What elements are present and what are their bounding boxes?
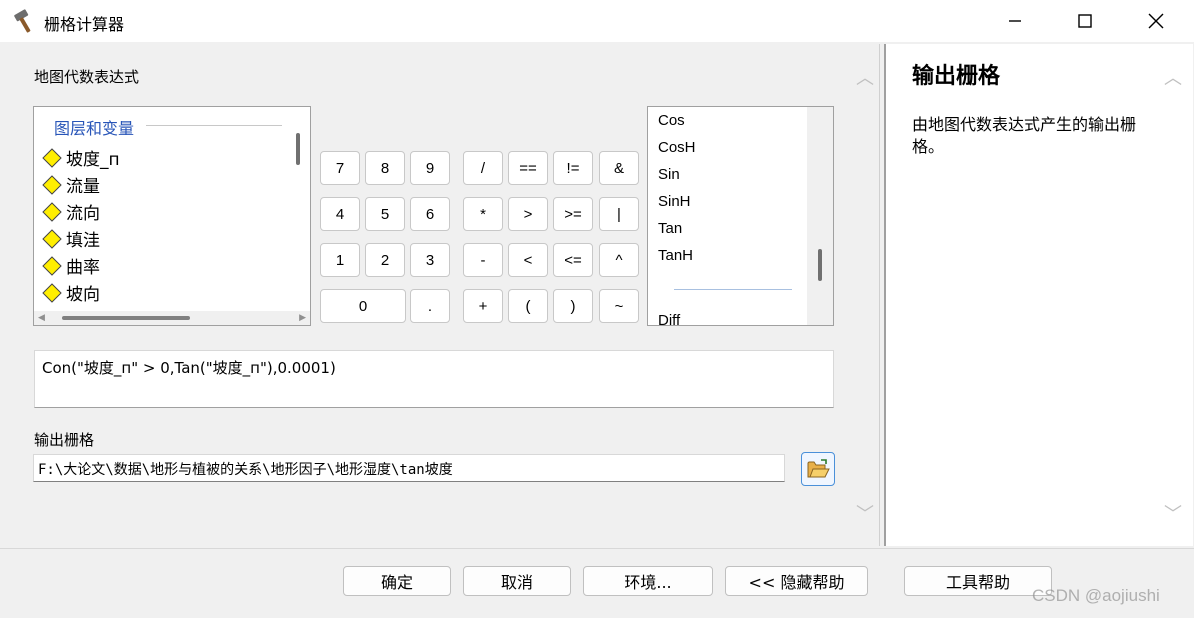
key-4[interactable]: 4 [320,197,360,231]
help-scroll-up-icon[interactable]: ︿ [1164,64,1182,90]
layer-label: 曲率 [66,258,100,278]
raster-layer-diamond-icon [42,147,62,168]
key-6[interactable]: 6 [410,197,450,231]
layer-item[interactable]: 流向 [42,198,100,225]
raster-layer-diamond-icon [42,174,62,195]
layer-item[interactable]: 坡向 [42,279,100,306]
key-minus[interactable]: - [463,243,503,277]
raster-layer-diamond-icon [42,255,62,276]
cancel-button[interactable]: 取消 [463,566,571,596]
help-panel: 输出栅格 由地图代数表达式产生的输出栅格。 ︿ ﹀ [884,44,1193,546]
close-icon [1148,13,1164,29]
key-less[interactable]: < [508,243,548,277]
functions-vertical-scrollbar[interactable] [807,107,833,325]
layer-item[interactable]: 坡度_п [42,144,120,171]
watermark: CSDN @aojiushi [1032,586,1160,605]
key-not[interactable]: ~ [599,289,639,323]
layers-horizontal-scrollbar[interactable]: ◀ ▶ [34,311,310,325]
title-bar: 栅格计算器 [0,0,1194,42]
key-divide[interactable]: / [463,151,503,185]
open-folder-icon [807,459,830,478]
raster-layer-diamond-icon [42,201,62,222]
function-item[interactable]: Tan [658,220,682,237]
key-xor[interactable]: ^ [599,243,639,277]
environments-button[interactable]: 环境... [583,566,713,596]
function-item[interactable]: CosH [658,139,696,156]
layer-item[interactable]: 流量 [42,171,100,198]
layers-group-header: 图层和变量 [54,119,135,138]
key-and[interactable]: & [599,151,639,185]
key-equal[interactable]: == [508,151,548,185]
layer-label: 坡向 [66,285,100,305]
layer-label: 填洼 [66,231,100,251]
key-9[interactable]: 9 [410,151,450,185]
key-3[interactable]: 3 [410,243,450,277]
output-path-text: F:\大论文\数据\地形与植被的关系\地形因子\地形湿度\tan坡度 [38,462,453,478]
group-divider [146,125,282,126]
key-7[interactable]: 7 [320,151,360,185]
help-description: 由地图代数表达式产生的输出栅格。 [912,115,1137,156]
function-item[interactable]: TanH [658,247,693,264]
functions-list[interactable]: Cos CosH Sin SinH Tan TanH Diff [647,106,834,326]
layer-item[interactable]: 曲率 [42,252,100,279]
key-not-equal[interactable]: != [553,151,593,185]
layer-item[interactable]: 填洼 [42,225,100,252]
output-raster-label: 输出栅格 [34,431,95,449]
maximize-button[interactable] [1060,0,1110,42]
scroll-thumb[interactable] [62,316,190,320]
key-2[interactable]: 2 [365,243,405,277]
key-greater[interactable]: > [508,197,548,231]
browse-button[interactable] [801,452,835,486]
raster-layer-diamond-icon [42,228,62,249]
key-0[interactable]: 0 [320,289,406,323]
function-item[interactable]: SinH [658,193,691,210]
hide-help-button[interactable]: << 隐藏帮助 [725,566,868,596]
key-less-equal[interactable]: <= [553,243,593,277]
scroll-right-icon[interactable]: ▶ [299,313,306,323]
layer-label: 流向 [66,204,100,224]
key-close-paren[interactable]: ) [553,289,593,323]
expression-label: 地图代数表达式 [34,68,140,86]
close-button[interactable] [1131,0,1181,42]
key-decimal[interactable]: . [410,289,450,323]
ok-button[interactable]: 确定 [343,566,451,596]
key-or[interactable]: | [599,197,639,231]
scroll-thumb[interactable] [818,249,822,281]
raster-calculator-window: 栅格计算器 地图代数表达式 图层和变量 坡度_п 流量 流向 填洼 曲率 坡向 … [0,0,1194,618]
scroll-down-icon[interactable]: ﹀ [856,500,874,526]
function-group-divider [674,289,792,290]
minimize-icon [1009,20,1021,22]
key-8[interactable]: 8 [365,151,405,185]
key-multiply[interactable]: * [463,197,503,231]
key-1[interactable]: 1 [320,243,360,277]
function-item[interactable]: Cos [658,112,685,129]
help-scroll-down-icon[interactable]: ﹀ [1164,500,1182,526]
layers-vertical-scrollbar[interactable] [296,133,300,165]
scroll-up-icon[interactable]: ︿ [856,64,874,90]
minimize-button[interactable] [990,0,1040,42]
window-title: 栅格计算器 [44,15,125,34]
maximize-icon [1078,14,1092,28]
scroll-left-icon[interactable]: ◀ [38,313,45,323]
key-greater-equal[interactable]: >= [553,197,593,231]
expression-text: Con("坡度_п" > 0,Tan("坡度_п"),0.0001) [42,359,336,377]
key-open-paren[interactable]: ( [508,289,548,323]
layers-variables-list[interactable]: 图层和变量 坡度_п 流量 流向 填洼 曲率 坡向 ◀ ▶ [33,106,311,326]
layer-label: 流量 [66,177,100,197]
layer-label: 坡度_п [66,150,120,170]
hammer-icon [14,9,31,33]
output-raster-field[interactable]: F:\大论文\数据\地形与植被的关系\地形因子\地形湿度\tan坡度 [33,454,785,482]
function-item[interactable]: Sin [658,166,680,183]
key-5[interactable]: 5 [365,197,405,231]
tool-help-button[interactable]: 工具帮助 [904,566,1052,596]
raster-layer-diamond-icon [42,282,62,303]
key-plus[interactable]: + [463,289,503,323]
expression-input[interactable]: Con("坡度_п" > 0,Tan("坡度_п"),0.0001) [34,350,834,408]
function-item[interactable]: Diff [658,312,680,325]
help-title: 输出栅格 [912,64,1001,89]
